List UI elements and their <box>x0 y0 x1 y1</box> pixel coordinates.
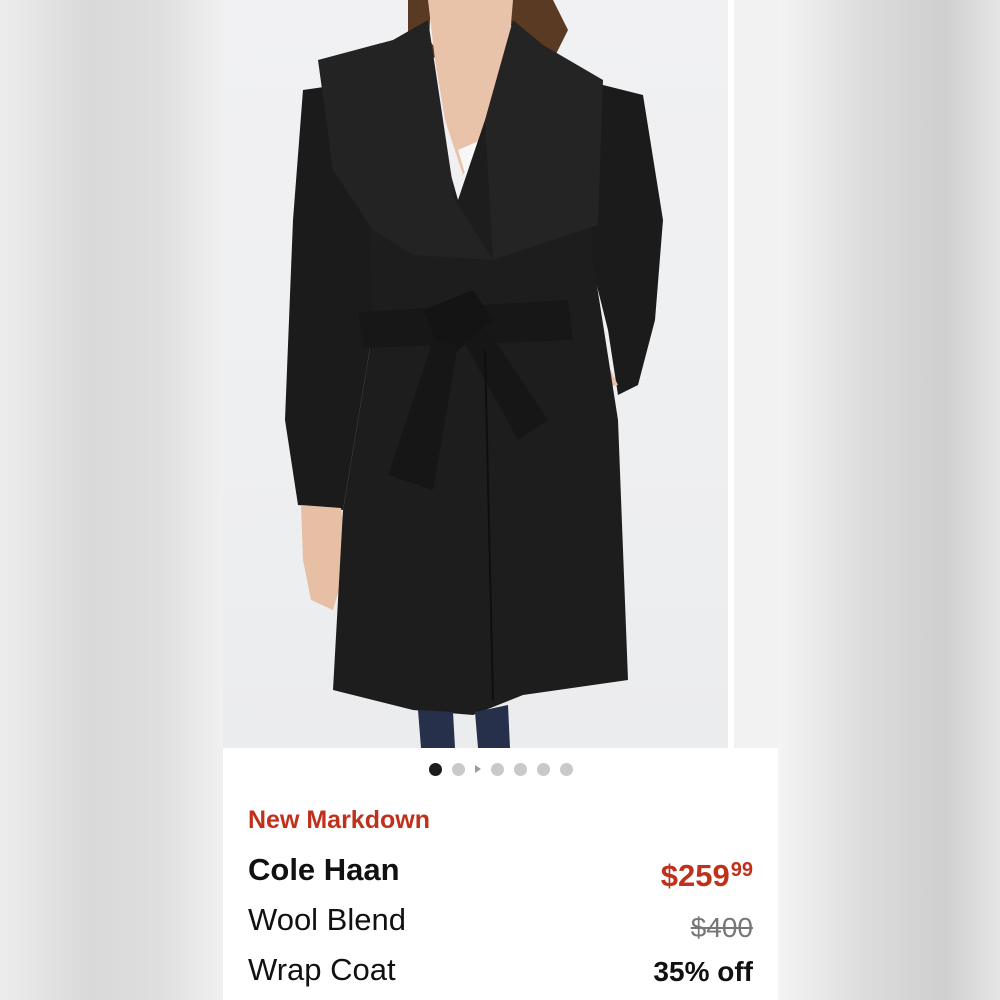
markdown-badge: New Markdown <box>248 806 430 834</box>
blurred-background-left <box>0 0 223 1000</box>
price-dollars: 259 <box>678 858 730 893</box>
product-name-line1[interactable]: Wool Blend <box>248 902 406 938</box>
video-play-icon[interactable] <box>474 765 481 773</box>
carousel-dot-3[interactable] <box>490 762 504 776</box>
carousel-dot-2[interactable] <box>451 762 465 776</box>
carousel-pagination <box>223 760 778 778</box>
carousel-dot-1[interactable] <box>428 762 442 776</box>
discount-percent: 35% off <box>653 956 753 987</box>
carousel-dot-5[interactable] <box>536 762 550 776</box>
price-currency: $ <box>660 858 679 893</box>
carousel-dot-6[interactable] <box>559 762 573 776</box>
carousel-dot-4[interactable] <box>513 762 527 776</box>
coat-illustration <box>285 0 663 748</box>
product-card[interactable]: New Markdown Cole Haan Wool Blend Wrap C… <box>223 0 778 1000</box>
sale-price: $25999 <box>661 858 753 894</box>
product-name-line2[interactable]: Wrap Coat <box>248 952 396 988</box>
price-cents: 99 <box>730 859 753 881</box>
product-image[interactable] <box>223 0 728 748</box>
blurred-background-right <box>778 0 1000 1000</box>
original-price: $400 <box>690 912 753 943</box>
product-brand[interactable]: Cole Haan <box>248 852 400 888</box>
next-image-preview[interactable] <box>734 0 778 748</box>
